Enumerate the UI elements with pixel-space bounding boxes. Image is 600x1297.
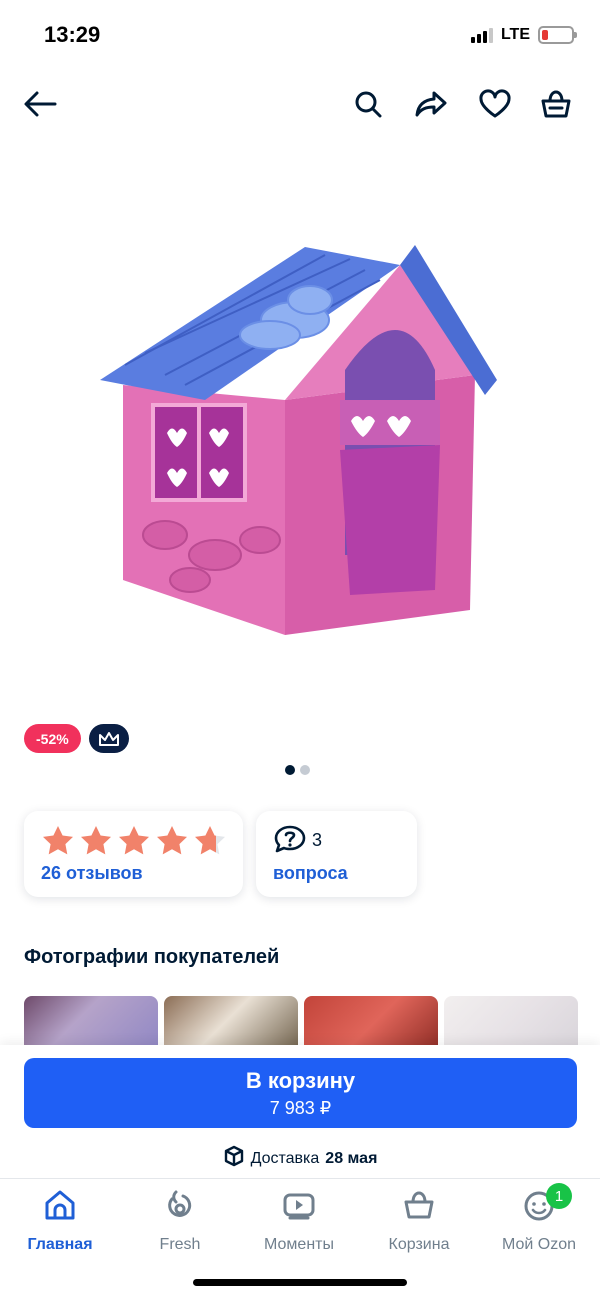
status-time: 13:29 bbox=[44, 22, 101, 47]
rating-stars bbox=[42, 825, 226, 855]
star-icon bbox=[157, 826, 187, 855]
tab-label: Корзина bbox=[388, 1236, 450, 1253]
star-icon bbox=[43, 826, 73, 855]
box-icon bbox=[223, 1145, 245, 1172]
star-icon bbox=[81, 826, 111, 855]
questions-card[interactable]: 3 вопроса bbox=[256, 811, 417, 897]
signal-icon bbox=[470, 27, 493, 43]
tab-label: Мой Ozon bbox=[501, 1236, 577, 1253]
delivery-info: Доставка 28 мая bbox=[0, 1145, 600, 1172]
tab-cart[interactable]: Корзина bbox=[364, 1187, 474, 1254]
notification-badge: 1 bbox=[546, 1183, 572, 1209]
tab-moments[interactable]: Моменты bbox=[244, 1187, 354, 1254]
tab-fresh[interactable]: Fresh bbox=[125, 1187, 235, 1254]
gallery-dot[interactable] bbox=[285, 765, 295, 775]
tab-my-ozon[interactable]: 1 Мой Ozon bbox=[484, 1183, 594, 1254]
basket-icon bbox=[364, 1187, 474, 1223]
status-bar: 13:29 LTE bbox=[0, 0, 600, 70]
home-indicator bbox=[193, 1279, 407, 1286]
status-indicators: LTE bbox=[470, 26, 577, 44]
reviews-link[interactable]: 26 отзывов bbox=[41, 863, 143, 884]
star-half-icon bbox=[195, 826, 225, 855]
search-icon[interactable] bbox=[350, 86, 386, 122]
product-badges: -52% bbox=[24, 724, 129, 753]
star-icon bbox=[119, 826, 149, 855]
moments-icon bbox=[244, 1187, 354, 1223]
network-label: LTE bbox=[500, 26, 530, 43]
customer-photos-title: Фотографии покупателей bbox=[24, 946, 280, 968]
tab-label: Моменты bbox=[264, 1236, 334, 1253]
add-to-cart-label: В корзину bbox=[245, 1068, 356, 1093]
delivery-date: 28 мая bbox=[325, 1149, 378, 1167]
arrow-left-icon[interactable] bbox=[22, 86, 58, 122]
gallery-dot[interactable] bbox=[300, 765, 310, 775]
delivery-prefix: Доставка bbox=[250, 1149, 320, 1167]
tab-label: Fresh bbox=[159, 1236, 201, 1253]
questions-count: 3 bbox=[312, 830, 323, 850]
product-price: 7 983 ₽ bbox=[269, 1098, 332, 1118]
home-icon bbox=[5, 1187, 115, 1223]
cart-icon[interactable] bbox=[538, 86, 574, 122]
top-nav bbox=[0, 80, 600, 130]
tab-home[interactable]: Главная bbox=[5, 1187, 115, 1254]
buy-panel: В корзину 7 983 ₽ Доставка 28 мая bbox=[0, 1045, 600, 1180]
discount-badge: -52% bbox=[24, 724, 81, 753]
add-to-cart-button[interactable]: В корзину 7 983 ₽ bbox=[24, 1058, 577, 1128]
profile-icon bbox=[484, 1187, 594, 1223]
product-image[interactable] bbox=[95, 235, 505, 645]
question-bubble-icon bbox=[273, 824, 307, 859]
heart-icon[interactable] bbox=[477, 86, 513, 122]
fresh-icon bbox=[125, 1187, 235, 1223]
battery-icon bbox=[538, 26, 577, 44]
share-icon[interactable] bbox=[413, 86, 449, 122]
tab-label: Главная bbox=[27, 1236, 93, 1253]
rating-card[interactable]: 26 отзывов bbox=[24, 811, 243, 897]
crown-icon bbox=[88, 724, 129, 753]
gallery-pagination bbox=[285, 765, 310, 775]
questions-link[interactable]: вопроса bbox=[273, 863, 348, 884]
